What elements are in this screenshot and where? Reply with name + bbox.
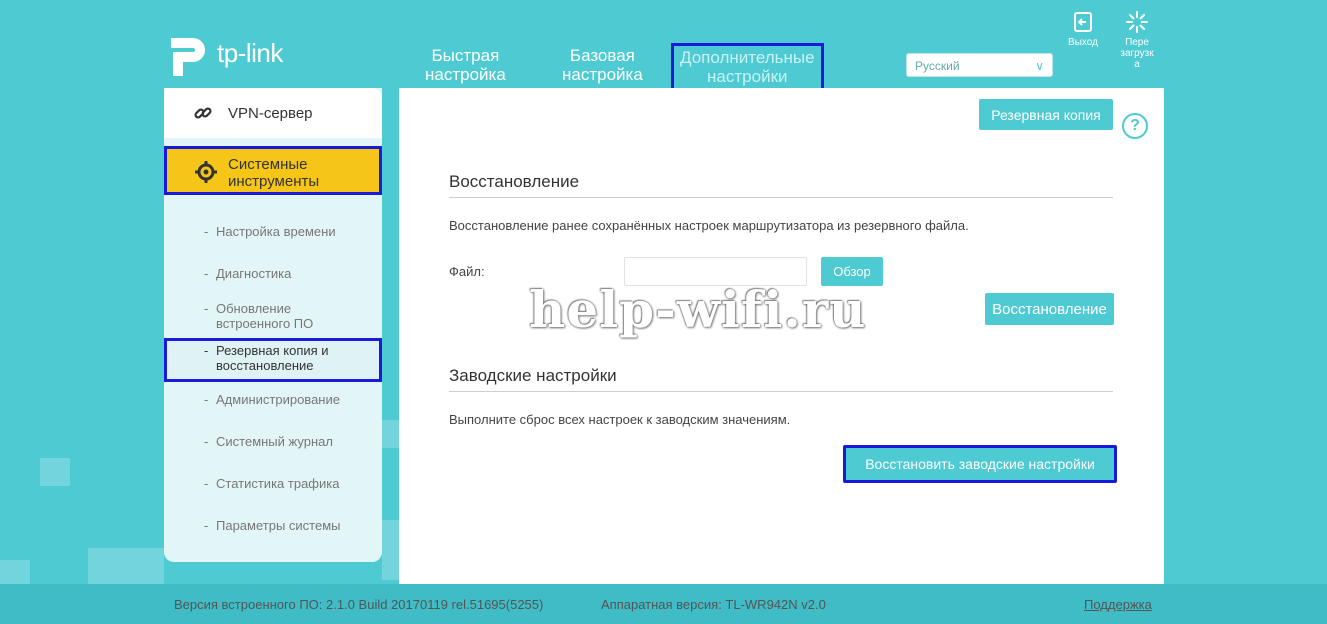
sub-item-firmware-upgrade[interactable]: - Обновление встроенного ПО bbox=[204, 301, 314, 331]
logout-icon bbox=[1074, 12, 1092, 32]
sub-item-system-log[interactable]: - Системный журнал bbox=[204, 434, 333, 449]
tab-label-line2: настройка bbox=[562, 65, 643, 84]
language-select[interactable]: Русский ∨ bbox=[906, 53, 1053, 77]
tab-quick-setup[interactable]: Быстрая настройка bbox=[425, 46, 506, 84]
support-link[interactable]: Поддержка bbox=[1084, 597, 1152, 612]
main-panel: Резервная копия ? Восстановление Восстан… bbox=[399, 88, 1164, 624]
link-icon bbox=[190, 100, 216, 126]
tab-label-line1: Базовая bbox=[569, 46, 635, 65]
chevron-down-icon: ∨ bbox=[1035, 59, 1044, 73]
reboot-label-3: а bbox=[1134, 59, 1140, 70]
reboot-label-1: Пере bbox=[1125, 37, 1149, 48]
sidebar: VPN-сервер Системные инструменты - Настр… bbox=[164, 88, 382, 562]
sub-item-label-2: встроенного ПО bbox=[216, 316, 314, 331]
help-icon[interactable]: ? bbox=[1122, 113, 1148, 139]
sub-item-diagnostics[interactable]: - Диагностика bbox=[204, 266, 292, 281]
tab-label-line2: настройка bbox=[425, 65, 506, 84]
sub-item-backup-restore[interactable]: - Резервная копия и восстановление bbox=[204, 343, 329, 373]
restore-description: Восстановление ранее сохранённых настрое… bbox=[449, 218, 969, 233]
gear-icon bbox=[193, 159, 219, 185]
sidebar-item-label-line1: Системные bbox=[228, 156, 308, 173]
decor-square bbox=[382, 420, 399, 448]
sub-item-label: Настройка времени bbox=[216, 224, 336, 239]
dash: - bbox=[204, 518, 209, 533]
hardware-version: Аппаратная версия: TL-WR942N v2.0 bbox=[601, 597, 826, 612]
tab-label-line2: настройки bbox=[707, 67, 788, 86]
decor-square bbox=[40, 458, 70, 486]
factory-reset-button[interactable]: Восстановить заводские настройки bbox=[843, 445, 1117, 483]
sub-item-label: Резервная копия и bbox=[216, 343, 329, 358]
file-label: Файл: bbox=[449, 264, 485, 279]
restore-title: Восстановление bbox=[449, 172, 580, 191]
sidebar-item-label: VPN-сервер bbox=[228, 104, 313, 122]
reboot-button[interactable]: Пере загрузк а bbox=[1114, 11, 1160, 70]
sidebar-item-vpn[interactable]: VPN-сервер bbox=[164, 100, 313, 126]
backup-button[interactable]: Резервная копия bbox=[979, 99, 1113, 130]
sub-item-label: Обновление bbox=[216, 301, 292, 316]
sub-item-label-2: восстановление bbox=[216, 358, 314, 373]
sub-item-label: Системный журнал bbox=[216, 434, 333, 449]
factory-description: Выполните сброс всех настроек к заводски… bbox=[449, 412, 791, 427]
dash: - bbox=[204, 392, 209, 407]
sub-item-system-parameters[interactable]: - Параметры системы bbox=[204, 518, 341, 533]
divider bbox=[449, 391, 1113, 392]
sub-item-label: Статистика трафика bbox=[216, 476, 340, 491]
watermark: help-wifi.ru bbox=[529, 280, 867, 339]
tab-label-line1: Дополнительные bbox=[680, 48, 815, 67]
sub-item-label: Администрирование bbox=[216, 392, 340, 407]
sub-item-traffic-stats[interactable]: - Статистика трафика bbox=[204, 476, 340, 491]
reboot-label-2: загрузк bbox=[1120, 48, 1154, 59]
firmware-version: Версия встроенного ПО: 2.1.0 Build 20170… bbox=[174, 597, 544, 612]
sidebar-item-system-tools[interactable]: Системные инструменты bbox=[164, 146, 382, 195]
logout-label: Выход bbox=[1068, 37, 1098, 48]
reboot-icon bbox=[1126, 11, 1148, 33]
decor-square bbox=[88, 548, 164, 588]
dash: - bbox=[204, 343, 209, 358]
sub-item-time-settings[interactable]: - Настройка времени bbox=[204, 224, 336, 239]
dash: - bbox=[204, 476, 209, 491]
logout-button[interactable]: Выход bbox=[1060, 11, 1106, 48]
restore-button[interactable]: Восстановление bbox=[985, 293, 1114, 325]
language-value: Русский bbox=[915, 59, 960, 73]
divider bbox=[449, 197, 1113, 198]
tab-basic-setup[interactable]: Базовая настройка bbox=[562, 46, 643, 84]
dash: - bbox=[204, 224, 209, 239]
sub-item-label: Параметры системы bbox=[216, 518, 341, 533]
sub-item-administration[interactable]: - Администрирование bbox=[204, 392, 340, 407]
sub-item-label: Диагностика bbox=[216, 266, 292, 281]
dash: - bbox=[204, 266, 209, 281]
decor-square bbox=[382, 520, 399, 580]
dash: - bbox=[204, 301, 209, 316]
factory-title: Заводские настройки bbox=[449, 366, 617, 385]
dash: - bbox=[204, 434, 209, 449]
logo-text: tp-link bbox=[217, 38, 283, 68]
tab-advanced[interactable]: Дополнительные настройки bbox=[671, 43, 824, 91]
sidebar-item-label-line2: инструменты bbox=[228, 173, 320, 190]
tab-label-line1: Быстрая bbox=[431, 46, 500, 65]
